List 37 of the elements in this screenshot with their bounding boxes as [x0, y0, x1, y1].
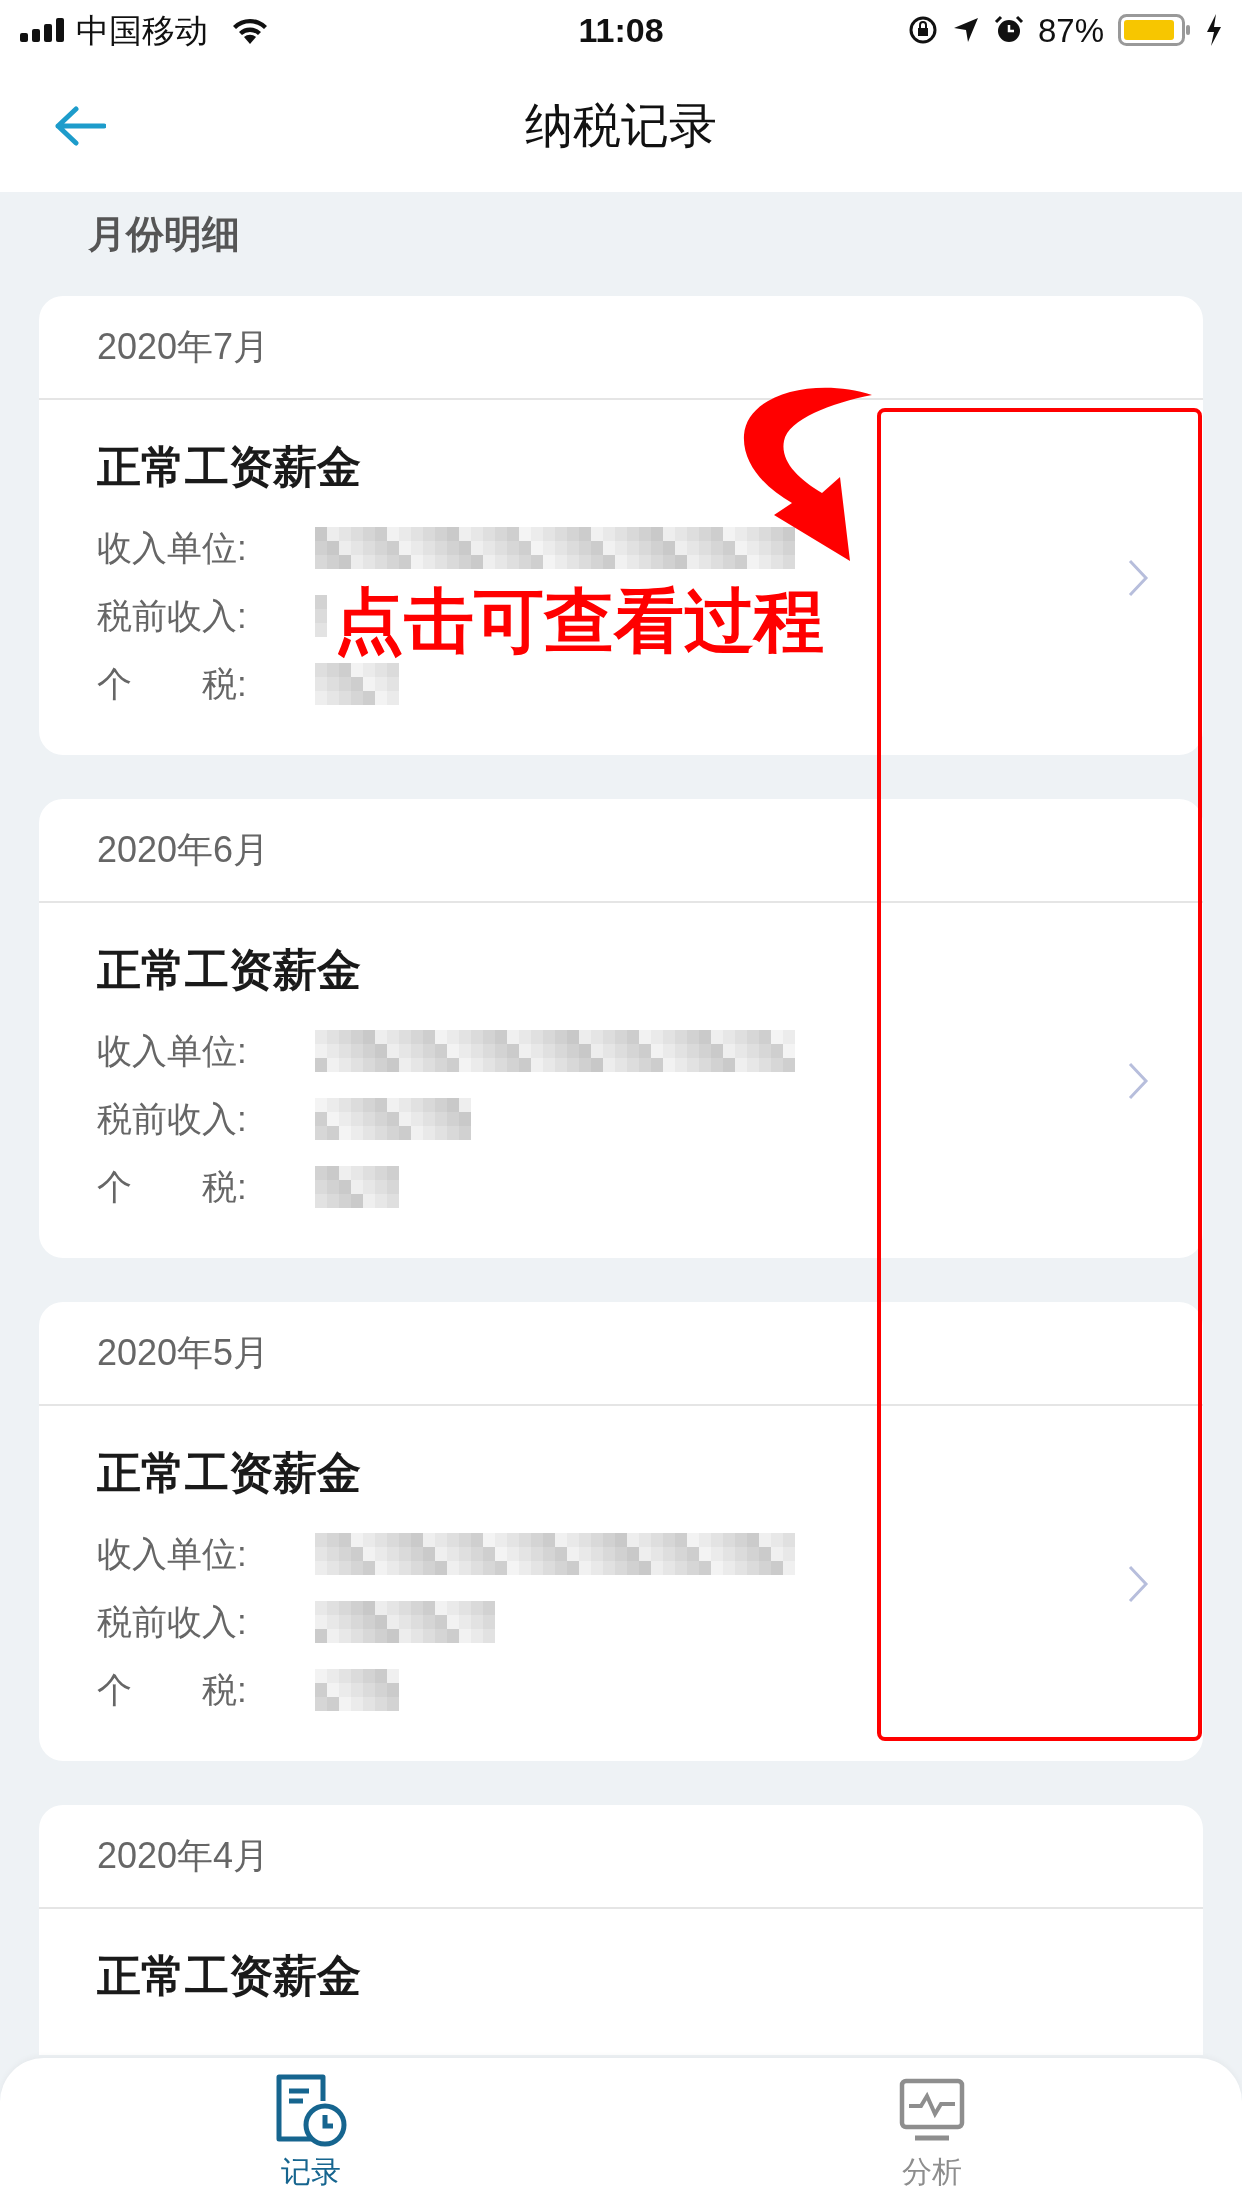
record-month: 2020年7月: [97, 325, 270, 369]
chevron-right-icon: [1127, 1061, 1149, 1101]
field-label: 收入单位:: [97, 1532, 248, 1575]
battery-icon: [1118, 14, 1192, 46]
charging-icon: [1206, 14, 1222, 46]
record-card[interactable]: 2020年4月 正常工资薪金: [39, 1805, 1203, 2055]
field-label: 收入单位:: [97, 526, 248, 569]
field-label: 收入单位:: [97, 1029, 248, 1072]
back-arrow-icon: [54, 106, 106, 146]
signal-icon: [20, 18, 66, 42]
chevron-right-icon: [1127, 1564, 1149, 1604]
chevron-right-icon: [1127, 558, 1149, 598]
record-month: 2020年6月: [97, 828, 270, 872]
field-label: 税前收入:: [97, 594, 248, 637]
record-title: 正常工资薪金: [97, 441, 362, 493]
field-label: 个 税:: [97, 1165, 248, 1208]
field-label: 税前收入:: [97, 1600, 248, 1643]
section-title: 月份明细: [87, 212, 241, 257]
record-card[interactable]: 2020年5月 正常工资薪金 收入单位: 税前收入: 个 税:: [39, 1302, 1203, 1761]
blurred-value: [315, 595, 327, 637]
record-title: 正常工资薪金: [97, 1447, 362, 1499]
alarm-icon: [993, 15, 1024, 45]
page-title: 纳税记录: [525, 102, 717, 150]
record-title: 正常工资薪金: [97, 1950, 362, 2002]
field-label: 个 税:: [97, 1668, 248, 1711]
field-label: 税前收入:: [97, 1097, 248, 1140]
tab-item[interactable]: 记录: [0, 2058, 621, 2208]
monitor-pulse-icon: [898, 2078, 965, 2144]
record-month: 2020年5月: [97, 1331, 270, 1375]
field-label: 个 税:: [97, 662, 248, 705]
record-title: 正常工资薪金: [97, 944, 362, 996]
rotation-lock-icon: [907, 15, 938, 45]
battery-percent: 87%: [1037, 13, 1104, 47]
status-time: 11:08: [578, 9, 664, 51]
carrier-name: 中国移动: [76, 13, 208, 47]
record-card[interactable]: 2020年6月 正常工资薪金 收入单位: 税前收入: 个 税:: [39, 799, 1203, 1258]
record-month: 2020年4月: [97, 1834, 270, 1878]
